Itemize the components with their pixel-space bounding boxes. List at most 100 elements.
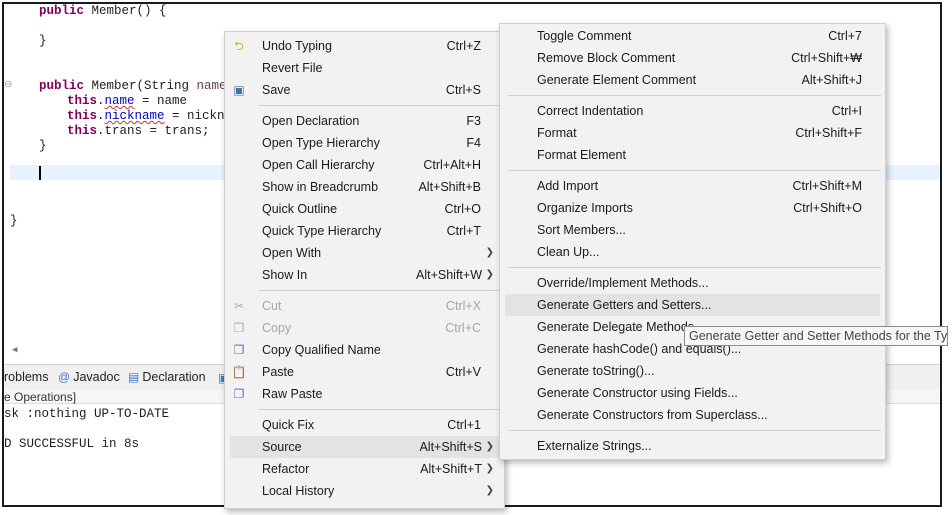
context-menu-item-quick-type-hierarchy[interactable]: Quick Type Hierarchy Ctrl+T [225,220,506,242]
console-line: D SUCCESSFUL in 8s [4,437,140,451]
context-menu-item-show-in-breadcrumb[interactable]: Show in Breadcrumb Alt+Shift+B [225,176,506,198]
menu-item-label: Generate Element Comment [537,73,697,87]
copy-qualified-icon: ❐ [233,343,245,357]
menu-item-shortcut: Ctrl+C [445,321,481,335]
context-menu-item-save[interactable]: ▣ Save Ctrl+S [225,79,506,101]
context-menu-item-show-in[interactable]: Show In Alt+Shift+W ❯ [225,264,506,286]
menu-item-label: Quick Outline [262,202,338,216]
menu-separator [508,170,881,171]
fold-marker-icon[interactable]: ⊖ [4,79,12,90]
code-line[interactable]: this.name = name [67,94,187,109]
code-line[interactable]: } [39,139,47,154]
context-menu-item-cut[interactable]: ✂ Cut Ctrl+X [225,295,506,317]
paste-icon: 📋 [231,365,247,379]
context-menu-item-open-type-hierarchy[interactable]: Open Type Hierarchy F4 [225,132,506,154]
source-menu-item-add-import[interactable]: Add Import Ctrl+Shift+M [500,175,887,197]
menu-item-label: Generate toString()... [537,364,655,378]
source-menu-item-generate-getters-and-setters[interactable]: Generate Getters and Setters... [500,294,887,316]
context-menu-item-open-with[interactable]: Open With ❯ [225,242,506,264]
code-line[interactable]: } [10,214,18,229]
submenu-arrow-icon: ❯ [485,463,494,474]
menu-item-shortcut: Ctrl+Shift+M [792,179,862,193]
context-menu-item-local-history[interactable]: Local History ❯ [225,480,506,502]
menu-item-label: Remove Block Comment [537,51,676,65]
context-menu-item-quick-fix[interactable]: Quick Fix Ctrl+1 [225,414,506,436]
source-menu-item-sort-members[interactable]: Sort Members... [500,219,887,241]
context-menu-item-undo-typing[interactable]: ⮌ Undo Typing Ctrl+Z [225,35,506,57]
menu-item-label: Add Import [537,179,599,193]
source-menu-item-correct-indentation[interactable]: Correct Indentation Ctrl+I [500,100,887,122]
source-menu-item-externalize-strings[interactable]: Externalize Strings... [500,435,887,457]
code-line[interactable]: public Member() { [39,4,167,19]
code-token: Member() { [91,4,167,18]
scroll-left-arrow-icon[interactable]: ◀ [12,345,17,355]
menu-item-label: Source [262,440,302,454]
context-menu-item-source[interactable]: Source Alt+Shift+S ❯ [225,436,506,458]
menu-item-label: Externalize Strings... [537,439,652,453]
copy-icon: ❐ [233,321,245,335]
code-line[interactable]: public Member(String name, [39,79,234,94]
menu-item-label: Organize Imports [537,201,633,215]
menu-item-shortcut: Ctrl+V [445,365,481,379]
code-token: this [67,109,98,123]
source-menu-item-generate-tostring[interactable]: Generate toString()... [500,360,887,382]
text-caret [39,166,41,180]
menu-item-label: Revert File [262,61,323,75]
menu-item-label: Sort Members... [537,223,626,237]
code-token: } [39,34,47,48]
context-menu-item-paste[interactable]: 📋 Paste Ctrl+V [225,361,506,383]
menu-item-shortcut: Ctrl+I [831,104,862,118]
context-menu-item-open-declaration[interactable]: Open Declaration F3 [225,110,506,132]
code-token: name [196,79,227,93]
menu-separator [508,267,881,268]
menu-separator [259,290,500,291]
tab-problems[interactable]: roblems [4,370,48,384]
menu-item-label: Save [262,83,291,97]
context-menu-item-copy-qualified-name[interactable]: ❐ Copy Qualified Name [225,339,506,361]
menu-item-label: Clean Up... [537,245,600,259]
submenu-arrow-icon: ❯ [485,485,494,496]
menu-item-label: Format Element [537,148,626,162]
menu-item-label: Cut [262,299,282,313]
source-menu-item-remove-block-comment[interactable]: Remove Block Comment Ctrl+Shift+₩ [500,47,887,69]
source-menu-item-format[interactable]: Format Ctrl+Shift+F [500,122,887,144]
context-menu-item-copy[interactable]: ❐ Copy Ctrl+C [225,317,506,339]
menu-item-label: Open With [262,246,322,260]
submenu-arrow-icon: ❯ [485,247,494,258]
code-token: public [39,79,92,93]
source-menu-item-generate-element-comment[interactable]: Generate Element Comment Alt+Shift+J [500,69,887,91]
source-menu-item-toggle-comment[interactable]: Toggle Comment Ctrl+7 [500,25,887,47]
menu-item-shortcut: Ctrl+S [445,83,481,97]
menu-item-label: Paste [262,365,294,379]
tab-declaration[interactable]: ▤ Declaration [128,370,206,384]
undo-icon: ⮌ [234,39,244,53]
menu-item-shortcut: Ctrl+1 [447,418,481,432]
code-token: public [39,4,92,18]
source-menu-item-organize-imports[interactable]: Organize Imports Ctrl+Shift+O [500,197,887,219]
source-menu-item-format-element[interactable]: Format Element [500,144,887,166]
tab-declaration-label: Declaration [142,370,206,384]
code-line[interactable]: this.trans = trans; [67,124,210,139]
context-menu-item-open-call-hierarchy[interactable]: Open Call Hierarchy Ctrl+Alt+H [225,154,506,176]
context-menu-item-raw-paste[interactable]: ❐ Raw Paste [225,383,506,405]
code-token: . [97,94,105,108]
menu-item-shortcut: Alt+Shift+S [419,440,482,454]
menu-item-label: Open Call Hierarchy [262,158,375,172]
source-menu-item-override-implement-methods[interactable]: Override/Implement Methods... [500,272,887,294]
menu-item-shortcut: F3 [466,114,481,128]
menu-item-label: Format [537,126,577,140]
menu-item-label: Copy Qualified Name [262,343,381,357]
menu-separator [508,430,881,431]
code-line[interactable]: } [39,34,47,49]
source-menu-item-generate-constructors-from-superclass[interactable]: Generate Constructors from Superclass... [500,404,887,426]
tab-javadoc[interactable]: @ Javadoc [58,370,120,384]
menu-item-label: Generate Getters and Setters... [537,298,712,312]
code-line[interactable]: this.nickname = nicknam [67,109,240,124]
submenu-arrow-icon: ❯ [485,441,494,452]
context-menu-item-revert-file[interactable]: Revert File [225,57,506,79]
context-menu-item-quick-outline[interactable]: Quick Outline Ctrl+O [225,198,506,220]
source-menu-item-clean-up[interactable]: Clean Up... [500,241,887,263]
source-menu-item-generate-constructor-using-fields[interactable]: Generate Constructor using Fields... [500,382,887,404]
context-menu-item-refactor[interactable]: Refactor Alt+Shift+T ❯ [225,458,506,480]
menu-item-label: Open Type Hierarchy [262,136,380,150]
